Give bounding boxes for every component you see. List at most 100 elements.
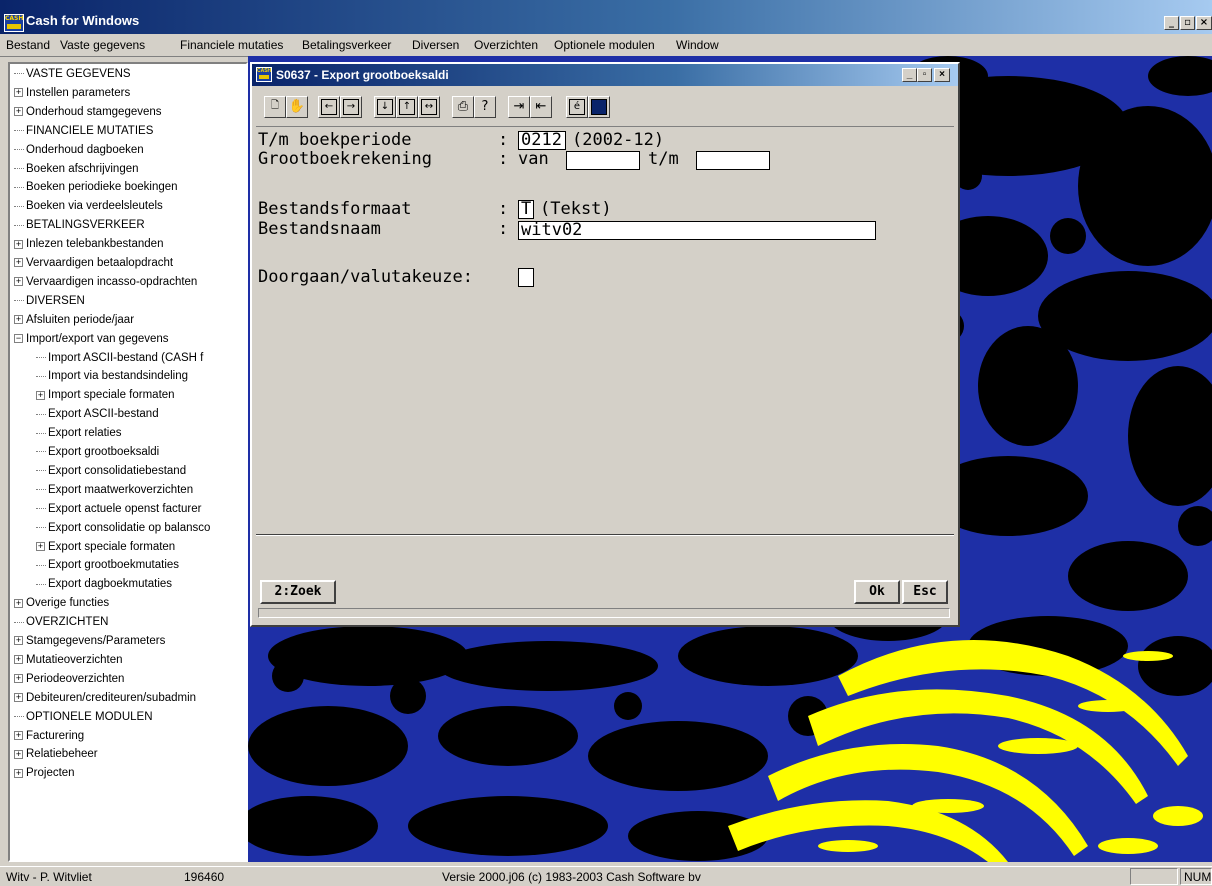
tree-item[interactable]: Boeken periodieke boekingen [14, 178, 178, 196]
calculator-icon[interactable] [588, 96, 610, 118]
tree-item[interactable]: + Afsluiten periode/jaar [14, 311, 134, 329]
euro-icon[interactable]: é [566, 96, 588, 118]
tree-item[interactable]: Boeken afschrijvingen [14, 160, 139, 178]
tree-item[interactable]: + Import speciale formaten [36, 386, 175, 404]
restore-button[interactable]: ▫ [1180, 16, 1195, 30]
tree-item[interactable]: + Periodeoverzichten [14, 670, 124, 688]
tree-item[interactable]: Export grootboekmutaties [36, 556, 179, 574]
copy-icon[interactable]: ⇥ [508, 96, 530, 118]
tree-item[interactable]: Export relaties [36, 424, 122, 442]
account-to-input[interactable] [696, 151, 770, 170]
tree-connector [36, 508, 46, 510]
dialog-minimize-button[interactable]: _ [902, 68, 917, 82]
expand-icon[interactable]: + [14, 693, 23, 703]
expand-icon[interactable]: + [36, 541, 45, 551]
paste-icon[interactable]: ⇤ [530, 96, 552, 118]
expand-icon[interactable]: + [14, 730, 23, 740]
menu-window[interactable]: Window [676, 38, 719, 52]
account-to-label: t/m [648, 149, 679, 169]
expand-icon[interactable]: + [14, 636, 23, 646]
expand-icon[interactable]: + [14, 239, 23, 249]
expand-icon[interactable]: + [14, 107, 23, 117]
tree-item[interactable]: + Facturering [14, 727, 84, 745]
help-icon[interactable]: ? [474, 96, 496, 118]
tree-item[interactable]: + Inlezen telebankbestanden [14, 235, 163, 253]
tree-item[interactable]: Export consolidatie op balansco [36, 519, 210, 537]
tree-item[interactable]: Export actuele openst facturer [36, 500, 201, 518]
print-icon[interactable]: ⎙ [452, 96, 474, 118]
menu-financiele-mutaties[interactable]: Financiele mutaties [180, 38, 283, 52]
expand-icon[interactable]: + [14, 258, 23, 268]
account-label: Grootboekrekening [258, 149, 432, 169]
tree-item[interactable]: Export dagboekmutaties [36, 575, 172, 593]
tree-connector [14, 73, 24, 75]
tree-item[interactable]: Export ASCII-bestand [36, 405, 159, 423]
menu-diversen[interactable]: Diversen [412, 38, 459, 52]
tree-item[interactable]: OVERZICHTEN [14, 613, 108, 631]
search-button[interactable]: 2:Zoek [260, 580, 336, 604]
tree-item[interactable]: + Stamgegevens/Parameters [14, 632, 165, 650]
tree-item[interactable]: DIVERSEN [14, 292, 85, 310]
hand-icon[interactable]: ✋ [286, 96, 308, 118]
expand-icon[interactable]: + [14, 655, 23, 665]
up-icon[interactable]: ↑ [396, 96, 418, 118]
tree-item[interactable]: + Vervaardigen incasso-opdrachten [14, 273, 197, 291]
expand-icon[interactable]: + [14, 88, 23, 98]
expand-icon[interactable]: + [14, 277, 23, 287]
menu-optionele-modulen[interactable]: Optionele modulen [554, 38, 655, 52]
down-icon[interactable]: ↓ [374, 96, 396, 118]
menu-betalingsverkeer[interactable]: Betalingsverkeer [302, 38, 391, 52]
expand-icon[interactable]: + [14, 674, 23, 684]
tree-item[interactable]: + Projecten [14, 764, 75, 782]
menu-bestand[interactable]: Bestand [6, 38, 50, 52]
tree-item[interactable]: OPTIONELE MODULEN [14, 708, 153, 726]
first-icon[interactable]: ← [318, 96, 340, 118]
tree-item[interactable]: + Relatiebeheer [14, 745, 98, 763]
expand-icon[interactable]: + [14, 749, 23, 759]
menu-vaste-gegevens[interactable]: Vaste gegevens [60, 38, 145, 52]
expand-icon[interactable]: + [14, 315, 23, 325]
status-user: Witv - P. Witvliet [6, 870, 92, 884]
dialog-close-button[interactable]: × [934, 68, 950, 82]
expand-icon[interactable]: + [36, 390, 45, 400]
filename-input[interactable]: witv02 [518, 221, 876, 240]
format-input[interactable]: T [518, 200, 534, 219]
horizontal-scrollbar[interactable] [258, 608, 950, 618]
width-icon[interactable]: ↔ [418, 96, 440, 118]
tree-item[interactable]: FINANCIELE MUTATIES [14, 122, 153, 140]
tree-item[interactable]: Export maatwerkoverzichten [36, 481, 193, 499]
tree-item[interactable]: Export consolidatiebestand [36, 462, 186, 480]
tree-item[interactable]: + Vervaardigen betaalopdracht [14, 254, 173, 272]
tree-item[interactable]: + Instellen parameters [14, 84, 130, 102]
expand-icon[interactable]: + [14, 598, 23, 608]
last-icon[interactable]: → [340, 96, 362, 118]
tree-item[interactable]: Boeken via verdeelsleutels [14, 197, 163, 215]
continue-checkbox[interactable] [518, 268, 534, 287]
tree-item[interactable]: Export grootboeksaldi [36, 443, 159, 461]
tree-item[interactable]: Onderhoud dagboeken [14, 141, 144, 159]
period-input[interactable]: 0212 [518, 131, 566, 150]
ok-button[interactable]: Ok [854, 580, 900, 604]
expand-icon[interactable]: + [14, 768, 23, 778]
menu-overzichten[interactable]: Overzichten [474, 38, 538, 52]
tree-item[interactable]: + Export speciale formaten [36, 538, 175, 556]
tree-item[interactable]: + Overige functies [14, 594, 109, 612]
tree-item[interactable]: BETALINGSVERKEER [14, 216, 145, 234]
close-button[interactable]: × [1196, 16, 1212, 30]
tree-item-label: Projecten [26, 767, 75, 780]
esc-button[interactable]: Esc [902, 580, 948, 604]
collapse-icon[interactable]: − [14, 334, 23, 344]
tree-item[interactable]: Import ASCII-bestand (CASH f [36, 349, 203, 367]
tree-item[interactable]: VASTE GEGEVENS [14, 65, 131, 83]
dialog-maximize-button[interactable]: ▫ [917, 68, 932, 82]
tree-item[interactable]: Import via bestandsindeling [36, 367, 188, 385]
tree-item-label: Export relaties [48, 427, 122, 440]
minimize-button[interactable]: _ [1164, 16, 1179, 30]
tree-item[interactable]: − Import/export van gegevens [14, 330, 169, 348]
new-icon[interactable]: 🗋 [264, 96, 286, 118]
tree-item[interactable]: + Debiteuren/crediteuren/subadmin [14, 689, 196, 707]
tree-item-label: Export dagboekmutaties [48, 578, 173, 591]
tree-item[interactable]: + Mutatieoverzichten [14, 651, 123, 669]
account-from-input[interactable] [566, 151, 640, 170]
tree-item[interactable]: + Onderhoud stamgegevens [14, 103, 162, 121]
